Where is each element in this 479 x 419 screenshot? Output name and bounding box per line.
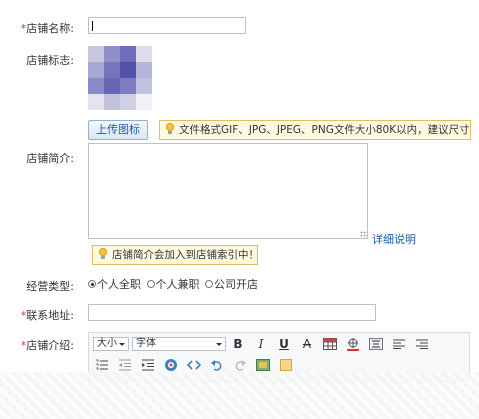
undo-icon[interactable] bbox=[208, 357, 226, 373]
upload-format-tip: 文件格式GIF、JPG、JPEG、PNG文件大小80K以内，建议尺寸80PX*8… bbox=[159, 120, 471, 140]
source-code-icon[interactable] bbox=[185, 357, 203, 373]
insert-link-icon[interactable] bbox=[162, 357, 180, 373]
text-cursor bbox=[92, 21, 93, 31]
insert-image-icon[interactable] bbox=[254, 357, 272, 373]
ordered-list-icon[interactable] bbox=[93, 357, 111, 373]
lightbulb-icon bbox=[98, 248, 108, 260]
store-logo-image bbox=[88, 46, 152, 110]
insert-media-icon[interactable] bbox=[277, 357, 295, 373]
logo-pixel bbox=[120, 62, 136, 78]
logo-pixel bbox=[136, 78, 152, 94]
logo-pixel bbox=[120, 94, 136, 110]
logo-pixel bbox=[136, 62, 152, 78]
page-bottom-fade bbox=[0, 372, 479, 419]
logo-pixel bbox=[88, 94, 104, 110]
redo-icon[interactable] bbox=[231, 357, 249, 373]
logo-pixel bbox=[136, 94, 152, 110]
font-size-select[interactable]: 大小 bbox=[93, 337, 129, 351]
table-icon[interactable] bbox=[321, 336, 339, 352]
logo-pixel bbox=[120, 78, 136, 94]
store-intro-tip: 店铺简介会加入到店铺索引中！ bbox=[92, 245, 258, 265]
store-intro-label: 店铺简介: bbox=[26, 152, 74, 165]
logo-pixel bbox=[104, 94, 120, 110]
resize-grip-icon[interactable] bbox=[360, 231, 367, 238]
bold-button[interactable]: B bbox=[229, 336, 247, 352]
radio-icon bbox=[146, 280, 155, 288]
logo-pixel bbox=[88, 62, 104, 78]
logo-pixel bbox=[104, 46, 120, 62]
radio-option-company[interactable]: 公司开店 bbox=[205, 276, 258, 292]
font-color-icon[interactable] bbox=[344, 336, 362, 352]
details-link[interactable]: 详细说明 bbox=[372, 231, 416, 247]
radio-option-fulltime[interactable]: 个人全职 bbox=[88, 276, 141, 292]
logo-pixel bbox=[136, 46, 152, 62]
store-name-label: *店铺名称: bbox=[20, 22, 74, 35]
logo-pixel bbox=[104, 78, 120, 94]
upload-logo-button[interactable]: 上传图标 bbox=[88, 120, 148, 140]
radio-icon bbox=[205, 280, 213, 288]
italic-button[interactable]: I bbox=[252, 336, 270, 352]
logo-pixel bbox=[88, 78, 104, 94]
strikethrough-button[interactable]: A bbox=[298, 336, 316, 352]
radio-selected-icon bbox=[88, 280, 96, 288]
business-type-radio-group: 个人全职 个人兼职 公司开店 bbox=[88, 276, 260, 292]
store-description-label: *店铺介绍: bbox=[20, 339, 74, 352]
logo-pixel bbox=[120, 46, 136, 62]
chevron-down-icon bbox=[119, 343, 125, 346]
outdent-icon[interactable] bbox=[116, 357, 134, 373]
font-family-select[interactable]: 字体 bbox=[132, 337, 226, 351]
logo-pixel bbox=[88, 46, 104, 62]
store-intro-textarea[interactable] bbox=[88, 143, 368, 239]
radio-option-parttime[interactable]: 个人兼职 bbox=[146, 276, 200, 292]
editor-toolbar-row-1: 大小 字体 B I U A bbox=[93, 335, 436, 353]
chevron-down-icon bbox=[216, 343, 222, 346]
logo-pixel bbox=[104, 62, 120, 78]
contact-address-input[interactable] bbox=[88, 304, 376, 321]
align-center-icon[interactable] bbox=[367, 336, 385, 352]
business-type-label: 经营类型: bbox=[26, 280, 74, 293]
lightbulb-icon bbox=[165, 123, 175, 135]
store-name-input[interactable] bbox=[88, 17, 246, 34]
align-right-icon[interactable] bbox=[413, 336, 431, 352]
align-left-icon[interactable] bbox=[390, 336, 408, 352]
indent-icon[interactable] bbox=[139, 357, 157, 373]
store-logo-label: 店铺标志: bbox=[26, 54, 74, 67]
underline-button[interactable]: U bbox=[275, 336, 293, 352]
contact-address-label: *联系地址: bbox=[20, 309, 74, 322]
